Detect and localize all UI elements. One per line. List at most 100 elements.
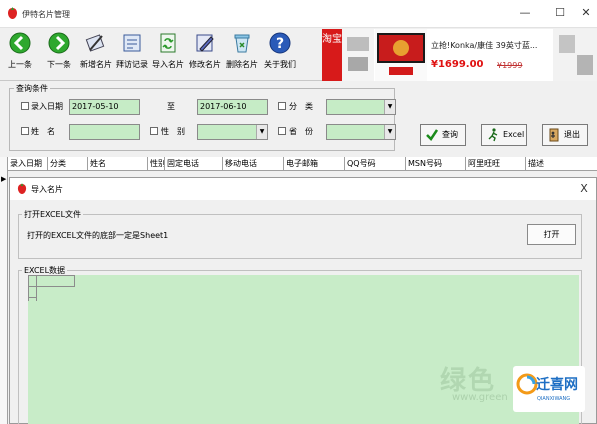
ad-title: 立抢!Konka/康佳 39英寸蓝... [431,41,538,50]
ad-old-price: ¥1999 [497,61,523,70]
query-legend: 查询条件 [14,83,50,94]
taobao-badge: 淘宝 [322,29,342,81]
import-card-icon [160,33,176,53]
category-checkbox[interactable] [278,102,286,110]
prev-button[interactable]: 上一条 [5,32,35,78]
import-card-label: 导入名片 [152,60,184,69]
exit-button[interactable]: 退出 [542,124,588,146]
row-pointer-icon: ▶ [1,175,7,183]
next-button[interactable]: 下一条 [43,32,75,78]
province-select[interactable]: ▼ [326,124,396,140]
dialog-close-button[interactable]: X [577,182,591,196]
visit-log-button[interactable]: 拜访记录 [114,32,150,78]
visit-log-icon [123,34,141,52]
dialog-title: 导入名片 [31,185,63,194]
app-logo-icon [8,7,17,19]
excel-label: Excel [503,130,525,139]
column-header[interactable]: 录入日期 [8,157,48,171]
chevron-down-icon: ▼ [384,100,395,114]
import-card-button[interactable]: 导入名片 [150,32,186,78]
about-button[interactable]: ? 关于我们 [262,32,298,78]
grid-line [28,286,74,287]
column-header[interactable]: 电子邮箱 [284,157,345,171]
running-man-icon [488,128,498,142]
new-card-icon [85,34,105,52]
ad-tv-image [375,29,427,81]
card-grid-header: 录入日期 分类 姓名 性别 固定电话 移动电话 电子邮箱 QQ号码 MSN号码 … [8,157,597,171]
logo-text: 迁喜网 [536,377,578,393]
app-logo-icon [17,183,27,194]
minimize-button[interactable]: — [517,5,533,21]
excel-button[interactable]: Excel [481,124,527,146]
column-header[interactable]: 移动电话 [223,157,284,171]
ad-product-image-1 [342,29,374,81]
date-label: 录入日期 [31,102,63,111]
title-bar: 伊特名片管理 — ☐ ✕ [0,0,597,28]
dialog-title-bar: 导入名片 X [10,178,596,200]
category-label: 分 类 [289,102,313,111]
ad-banner[interactable]: 淘宝 立抢!Konka/康佳 39英寸蓝... ¥1699.00 ¥1999 [322,29,597,81]
edit-card-icon [196,34,214,52]
column-header[interactable]: 固定电话 [165,157,223,171]
chevron-down-icon: ▼ [256,125,267,139]
prev-arrow-icon [9,32,31,54]
date-checkbox[interactable] [21,102,29,110]
chevron-down-icon: ▼ [384,125,395,139]
name-input[interactable] [69,124,140,140]
logo-swirl-icon [516,373,538,395]
maximize-button[interactable]: ☐ [552,5,568,21]
column-header[interactable]: 性别 [148,157,165,171]
check-icon [426,129,438,141]
prev-label: 上一条 [8,60,32,69]
query-panel: 查询条件 录入日期 2017-05-10 至 2017-06-10 分 类 ▼ … [9,83,396,151]
new-card-button[interactable]: 新增名片 [78,32,114,78]
column-header[interactable]: 描述 [526,157,597,171]
column-header[interactable]: 分类 [48,157,88,171]
name-label: 姓 名 [31,127,55,136]
column-header[interactable]: 姓名 [88,157,148,171]
logo-subtext: QIANXIWANG [537,396,571,402]
province-label: 省 份 [289,127,313,136]
exit-door-icon [549,128,559,142]
help-icon: ? [269,32,291,54]
watermark-url: www.green [452,392,508,403]
visit-log-label: 拜访记录 [116,60,148,69]
category-select[interactable]: ▼ [326,99,396,115]
delete-card-label: 删除名片 [226,60,258,69]
column-header[interactable]: MSN号码 [406,157,466,171]
import-dialog: 导入名片 X 打开EXCEL文件 EXCEL数据 打开的EXCEL文件的底部一定… [9,177,597,424]
gender-checkbox[interactable] [150,127,158,135]
gender-label: 性 别 [161,127,185,136]
delete-card-icon [234,34,250,53]
delete-card-button[interactable]: 删除名片 [224,32,260,78]
date-to-input[interactable]: 2017-06-10 [197,99,268,115]
grid-line [74,275,75,287]
province-checkbox[interactable] [278,127,286,135]
app-title: 伊特名片管理 [22,10,70,19]
ad-product-image-2 [553,29,597,81]
grid-row-indicator: ▶ [0,157,8,424]
edit-card-label: 修改名片 [189,60,221,69]
svg-text:?: ? [276,36,284,52]
gender-select[interactable]: ▼ [197,124,268,140]
grid-line [36,275,37,301]
open-file-legend: 打开EXCEL文件 [22,209,84,220]
ad-price: ¥1699.00 [431,59,484,70]
sheet-note: 打开的EXCEL文件的底部一定是Sheet1 [27,231,169,240]
grid-line [28,275,74,276]
watermark-logo: 迁喜网 QIANXIWANG [513,366,585,412]
date-from-input[interactable]: 2017-05-10 [69,99,140,115]
exit-label: 退出 [564,130,580,139]
search-button[interactable]: 查询 [420,124,466,146]
open-file-button[interactable]: 打开 [527,224,576,245]
edit-card-button[interactable]: 修改名片 [187,32,223,78]
name-checkbox[interactable] [21,127,29,135]
next-label: 下一条 [47,60,71,69]
close-button[interactable]: ✕ [578,5,594,21]
new-card-label: 新增名片 [80,60,112,69]
grid-line [28,275,29,301]
to-label: 至 [167,102,175,111]
column-header[interactable]: QQ号码 [345,157,406,171]
column-header[interactable]: 阿里旺旺 [466,157,526,171]
search-label: 查询 [442,130,458,139]
